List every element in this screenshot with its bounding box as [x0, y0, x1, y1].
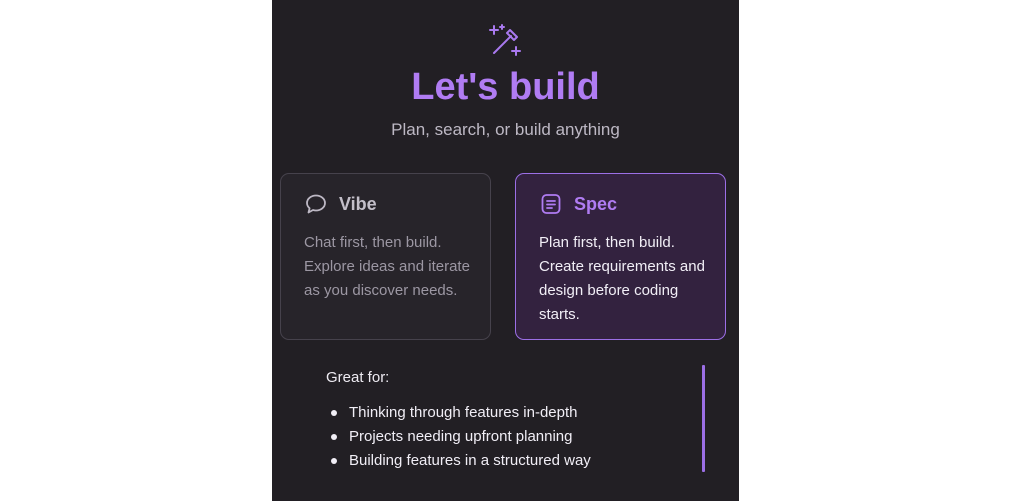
- chat-bubble-icon: [306, 194, 326, 214]
- scrollbar-thumb[interactable]: [702, 365, 705, 472]
- spec-card-header: Spec: [539, 192, 617, 216]
- page-title: Let's build: [411, 66, 600, 108]
- vibe-mode-card[interactable]: Vibe Chat first, then build. Explore ide…: [280, 173, 491, 340]
- vibe-card-header: Vibe: [304, 192, 377, 216]
- spec-mode-card[interactable]: Spec Plan first, then build. Create requ…: [515, 173, 726, 340]
- list-item: Building features in a structured way: [326, 449, 591, 473]
- vibe-card-description: Chat first, then build. Explore ideas an…: [304, 234, 470, 299]
- vibe-card-title: Vibe: [339, 193, 377, 214]
- page-subtitle: Plan, search, or build anything: [391, 120, 620, 139]
- list-item: Thinking through features in-depth: [326, 401, 591, 425]
- list-item: Projects needing upfront planning: [326, 425, 591, 449]
- lets-build-panel: Let's build Plan, search, or build anyth…: [272, 0, 739, 501]
- great-for-heading: Great for:: [326, 369, 390, 386]
- feature-list: Thinking through features in-depth Proje…: [326, 401, 591, 473]
- spec-card-title: Spec: [574, 193, 618, 214]
- spec-card-description: Plan first, then build. Create requireme…: [539, 234, 705, 323]
- magic-wand-icon: [489, 24, 521, 56]
- document-icon: [541, 194, 561, 214]
